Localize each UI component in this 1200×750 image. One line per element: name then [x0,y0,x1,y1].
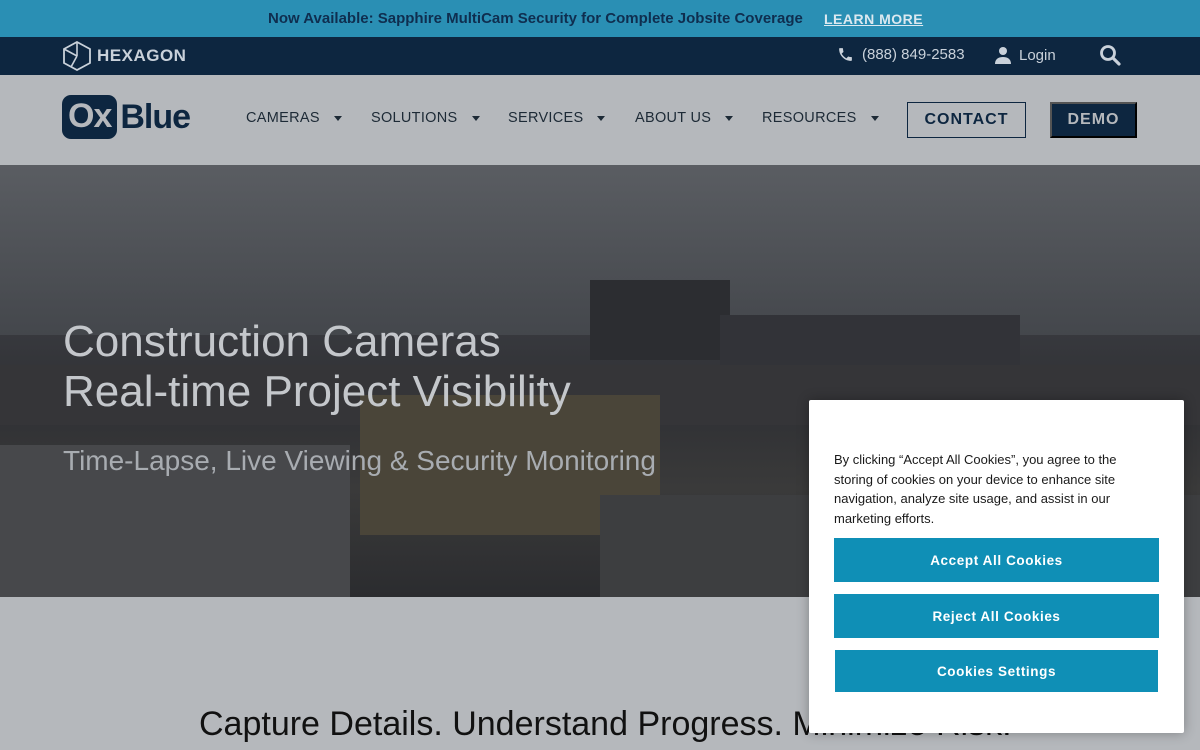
hexagon-logo-icon [63,41,91,71]
brand-ox: Ox [62,95,118,139]
caret-down-icon [471,115,480,121]
nav-item-cameras[interactable]: CAMERAS [246,110,342,126]
hero-title: Construction Cameras Real-time Project V… [63,317,571,417]
phone-number: (888) 849-2583 [862,46,965,63]
learn-more-link[interactable]: LEARN MORE [824,11,923,27]
utility-bar: HEXAGON (888) 849-2583 Login [0,37,1200,75]
oxblue-logo[interactable]: Ox Blue [62,95,191,139]
nav-item-label: SERVICES [508,110,584,126]
nav-item-label: RESOURCES [762,110,857,126]
login-label: Login [1019,46,1056,64]
login-link[interactable]: Login [995,46,1056,64]
hero-building [590,280,730,360]
brand-blue: Blue [120,97,191,136]
contact-button[interactable]: CONTACT [907,102,1026,138]
nav-item-label: CAMERAS [246,110,320,126]
cookies-settings-button[interactable]: Cookies Settings [835,650,1158,692]
phone-link[interactable]: (888) 849-2583 [837,46,965,63]
nav-item-label: ABOUT US [635,110,712,126]
nav-item-solutions[interactable]: SOLUTIONS [371,110,480,126]
caret-down-icon [333,115,342,121]
phone-icon [839,48,852,61]
caret-down-icon [725,115,734,121]
caret-down-icon [597,115,606,121]
announcement-bar: Now Available: Sapphire MultiCam Securit… [0,0,1200,37]
search-icon [1100,45,1121,66]
demo-button[interactable]: DEMO [1050,102,1137,138]
hero-title-line2: Real-time Project Visibility [63,367,571,416]
nav-item-label: SOLUTIONS [371,110,458,126]
hexagon-brand: HEXAGON [97,46,187,65]
hexagon-logo[interactable]: HEXAGON [63,41,186,71]
nav-item-services[interactable]: SERVICES [508,110,606,126]
reject-all-cookies-button[interactable]: Reject All Cookies [834,594,1159,638]
hero-subtitle: Time-Lapse, Live Viewing & Security Moni… [63,445,656,476]
main-nav: Ox Blue CAMERAS SOLUTIONS SERVICES ABOUT… [0,75,1200,165]
announcement-text: Now Available: Sapphire MultiCam Securit… [268,10,803,27]
search-button[interactable] [1099,44,1121,71]
user-icon [995,47,1011,64]
nav-item-about-us[interactable]: ABOUT US [635,110,734,126]
cookie-consent-dialog: By clicking “Accept All Cookies”, you ag… [809,400,1184,733]
nav-item-resources[interactable]: RESOURCES [762,110,879,126]
caret-down-icon [870,115,879,121]
cookie-text: By clicking “Accept All Cookies”, you ag… [834,452,1117,526]
accept-all-cookies-button[interactable]: Accept All Cookies [834,538,1159,582]
hero-title-line1: Construction Cameras [63,317,501,366]
